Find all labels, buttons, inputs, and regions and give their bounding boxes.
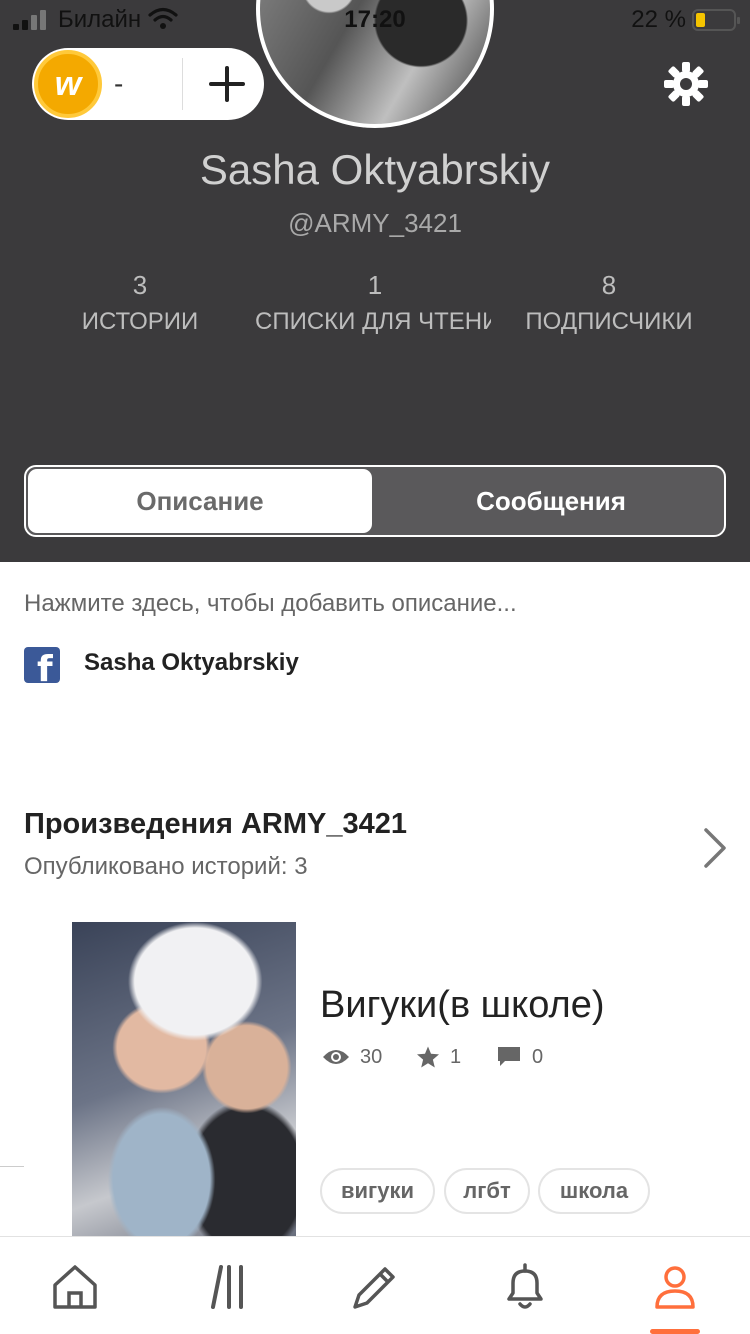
battery-percent: 22 %: [631, 6, 686, 33]
story-comments: 0: [496, 1042, 543, 1072]
story-votes-count: 1: [450, 1045, 462, 1068]
profile-name: Sasha Oktyabrskiy: [199, 146, 551, 193]
profile-handle: @ARMY_3421: [288, 208, 462, 238]
story-comments-count: 0: [532, 1045, 544, 1068]
coin-balance[interactable]: w -: [32, 48, 264, 120]
write-icon[interactable]: [347, 1259, 403, 1315]
stat-followers-value: 8: [601, 270, 617, 300]
works-heading: Произведения ARMY_3421: [24, 808, 407, 841]
stat-followers-label: ПОДПИСЧИКИ: [525, 308, 693, 335]
stat-followers[interactable]: 8 ПОДПИСЧИКИ: [489, 270, 729, 336]
active-tab-indicator: [650, 1329, 700, 1334]
stat-reading-lists[interactable]: 1 СПИСКИ ДЛЯ ЧТЕНИЯ: [255, 270, 495, 336]
story-cover-image[interactable]: [72, 922, 296, 1252]
bottom-tab-bar: [0, 1236, 750, 1334]
story-tag[interactable]: школа: [538, 1168, 650, 1214]
facebook-icon: f: [24, 647, 60, 683]
works-count: Опубликовано историй: 3: [24, 853, 308, 880]
story-title[interactable]: Вигуки(в школе): [320, 984, 604, 1027]
stat-reading-lists-label: СПИСКИ ДЛЯ ЧТЕНИЯ: [255, 308, 491, 335]
story-reads: 30: [322, 1042, 382, 1072]
add-description-prompt[interactable]: Нажмите здесь, чтобы добавить описание..…: [24, 590, 517, 618]
star-icon: [417, 1046, 439, 1068]
story-reads-count: 30: [360, 1045, 383, 1068]
home-icon[interactable]: [47, 1259, 103, 1315]
divider: [0, 1166, 24, 1167]
coin-count: -: [114, 68, 124, 99]
story-tag[interactable]: лгбт: [444, 1168, 530, 1214]
tab-messages[interactable]: Сообщения: [376, 467, 724, 535]
eye-icon: [323, 1050, 349, 1064]
story-tag[interactable]: вигуки: [320, 1168, 435, 1214]
library-icon[interactable]: [199, 1259, 255, 1315]
profile-header: Билайн 17:20 22 % w - Sasha Oktyabrskiy …: [0, 0, 750, 562]
profile-segmented-control: Описание Сообщения: [24, 465, 726, 537]
profile-icon[interactable]: [647, 1259, 703, 1315]
coin-divider: [182, 58, 183, 110]
stat-stories-label: ИСТОРИИ: [81, 308, 199, 335]
battery-icon: [692, 9, 740, 31]
notifications-icon[interactable]: [497, 1259, 553, 1315]
stat-reading-lists-value: 1: [367, 270, 383, 300]
gear-icon[interactable]: [662, 60, 710, 108]
works-heading-user: ARMY_3421: [240, 808, 407, 840]
story-votes: 1: [416, 1042, 461, 1072]
coin-icon: w: [34, 50, 102, 118]
plus-icon[interactable]: [197, 54, 257, 114]
facebook-name: Sasha Oktyabrskiy: [84, 649, 299, 676]
works-heading-prefix: Произведения: [24, 808, 233, 840]
comment-icon: [498, 1047, 520, 1066]
stat-stories[interactable]: 3 ИСТОРИИ: [20, 270, 260, 336]
tab-about[interactable]: Описание: [28, 469, 372, 533]
status-bar: Билайн 17:20 22 %: [0, 0, 750, 40]
chevron-right-icon[interactable]: [698, 826, 730, 870]
stat-stories-value: 3: [132, 270, 148, 300]
